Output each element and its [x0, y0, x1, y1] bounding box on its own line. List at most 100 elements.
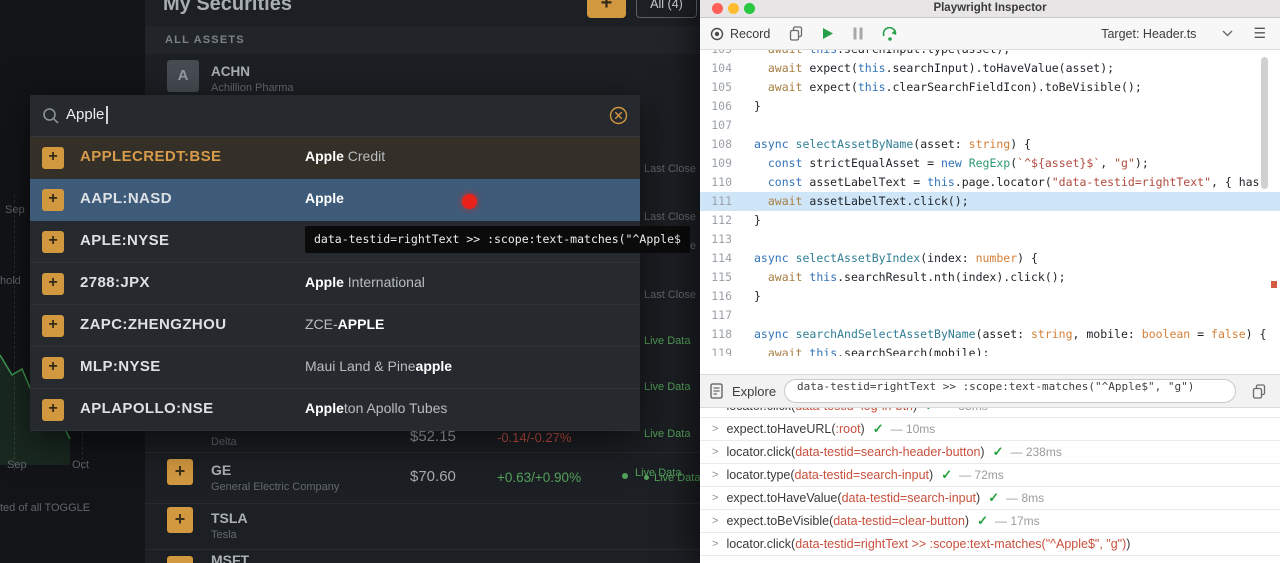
search-result-row[interactable]: + APLAPOLLO:NSE Appleton Apollo Tubes [30, 389, 640, 431]
search-input[interactable]: Apple [30, 95, 640, 137]
result-symbol: AAPL:NASD [80, 190, 172, 207]
code-line-115: 115 await this.searchResult.nth(index).c… [700, 268, 1280, 287]
search-input-value: Apple [66, 106, 105, 123]
target-select[interactable]: Target: Header.ts [1101, 27, 1233, 41]
search-result-row[interactable]: + MLP:NYSE Maui Land & Pineapple [30, 347, 640, 389]
result-name: ZCE-APPLE [305, 316, 385, 332]
avatar: A [167, 60, 199, 92]
code-line-109: 109 const strictEqualAsset = new RegExp(… [700, 154, 1280, 173]
code-line-111: 111 await assetLabelText.click(); [700, 192, 1280, 211]
add-asset-button[interactable]: + [42, 357, 64, 379]
expand-chevron-icon[interactable]: > [712, 469, 718, 481]
line-number: 112 [711, 213, 732, 227]
result-name: Apple [305, 190, 344, 206]
search-overlay: Apple + APPLECREDT:BSE Apple Credit + AAPL:N… [30, 95, 690, 431]
result-name: Maui Land & Pineapple [305, 358, 453, 374]
asset-name: Achillion Pharma [211, 82, 294, 94]
pause-icon[interactable] [853, 27, 863, 40]
code-editor[interactable]: 103 await this.searchInput.type(asset); 1… [700, 50, 1280, 356]
result-symbol: APLE:NYSE [80, 232, 170, 249]
add-to-watchlist-button[interactable]: + [167, 459, 193, 485]
section-label: ALL ASSETS [165, 34, 245, 46]
asset-symbol[interactable]: ACHN [211, 64, 250, 79]
add-asset-button[interactable]: + [42, 273, 64, 295]
expand-chevron-icon[interactable]: > [712, 538, 718, 550]
asset-change: -0.14/-0.27% [497, 430, 572, 445]
code-line-116: 116} [700, 287, 1280, 306]
add-asset-button[interactable]: + [42, 147, 64, 169]
line-number: 110 [711, 175, 732, 189]
line-number: 108 [711, 137, 732, 151]
search-result-row[interactable]: + ZAPC:ZHENGZHOU ZCE-APPLE [30, 305, 640, 347]
copy-icon[interactable] [789, 26, 803, 41]
log-locator: :root [835, 422, 861, 436]
log-entry[interactable]: > locator.type(data-testid=search-input) ✓… [700, 464, 1280, 487]
expand-chevron-icon[interactable]: > [712, 423, 718, 435]
page-title: My Securities [163, 0, 292, 15]
add-asset-button[interactable]: + [42, 315, 64, 337]
asset-name: Delta [211, 436, 237, 448]
explore-locator-input[interactable]: data-testid=rightText >> :scope:text-mat… [784, 379, 1236, 403]
search-icon [43, 108, 59, 124]
asset-symbol[interactable]: MSFT [211, 552, 249, 563]
record-button[interactable]: Record [710, 27, 770, 41]
row-divider [145, 452, 700, 453]
line-number: 119 [711, 346, 732, 356]
code-line-103: 103 await this.searchInput.type(asset); [700, 50, 1280, 59]
log-entry[interactable]: > expect.toBeVisible(data-testid=clear-bu… [700, 510, 1280, 533]
log-entry[interactable]: > locator.click(data-testid=rightText >> … [700, 533, 1280, 556]
search-result-row[interactable]: + APPLECREDT:BSE Apple Credit [30, 137, 640, 179]
code-line-112: 112} [700, 211, 1280, 230]
asset-symbol[interactable]: TSLA [211, 510, 248, 526]
log-entry[interactable]: > expect.toHaveValue(data-testid=search-i… [700, 487, 1280, 510]
all-filter-button[interactable]: All (4) [636, 0, 697, 18]
record-icon [710, 27, 724, 40]
code-line-106: 106} [700, 97, 1280, 116]
log-entry[interactable]: > expect.toHaveURL(:root) ✓ — 10ms [700, 418, 1280, 441]
action-log: >locator.click(data-testid=log-in-btn)✓—… [700, 408, 1280, 563]
expand-chevron-icon[interactable]: > [712, 515, 718, 527]
code-line-114: 114 async selectAssetByIndex(index: numbe… [700, 249, 1280, 268]
log-entry[interactable]: >locator.click(data-testid=log-in-btn)✓—… [700, 408, 1280, 418]
source-menu-icon[interactable]: ☰ [1253, 25, 1266, 42]
search-result-row[interactable]: + AAPL:NASD Apple [30, 179, 640, 221]
add-asset-button[interactable]: + [42, 189, 64, 211]
add-to-watchlist-button[interactable]: + [167, 556, 193, 563]
target-value: Header.ts [1142, 26, 1197, 41]
code-scrollbar[interactable] [1261, 57, 1268, 189]
chevron-down-icon [1222, 30, 1233, 37]
line-number: 113 [711, 232, 732, 246]
asset-symbol[interactable]: GE [211, 462, 231, 478]
copy-locator-icon[interactable] [1252, 383, 1266, 399]
clear-search-icon[interactable] [609, 106, 628, 125]
step-over-icon[interactable] [882, 26, 898, 41]
expand-chevron-icon[interactable]: > [712, 446, 718, 458]
log-locator: data-testid=search-input [794, 468, 930, 482]
line-number: 114 [711, 251, 732, 265]
log-locator: data-testid=log-in-btn [795, 408, 913, 413]
record-label: Record [730, 26, 771, 41]
window-title: Playwright Inspector [933, 2, 1047, 14]
log-entry[interactable]: > locator.click(data-testid=search-header… [700, 441, 1280, 464]
result-name: Appleton Apollo Tubes [305, 400, 448, 416]
add-asset-button[interactable]: + [42, 399, 64, 421]
expand-chevron-icon[interactable]: > [712, 408, 718, 412]
window-titlebar[interactable]: Playwright Inspector [700, 0, 1280, 18]
asset-change: +0.63/+0.90% [497, 470, 582, 485]
add-asset-button[interactable]: + [42, 231, 64, 253]
asset-price: $70.60 [410, 468, 456, 485]
log-duration: — 72ms [959, 468, 1004, 482]
code-line-107: 107 [700, 116, 1280, 135]
log-locator: data-testid=search-input [841, 491, 977, 505]
code-line-119: 119 await this.searchSearch(mobile); [700, 344, 1280, 356]
resume-icon[interactable] [822, 27, 834, 40]
chart-axis-label: Sep [7, 459, 27, 471]
expand-chevron-icon[interactable]: > [712, 492, 718, 504]
success-check-icon: ✓ [941, 467, 953, 482]
add-to-watchlist-button[interactable]: + [167, 507, 193, 533]
asset-name: Tesla [211, 529, 237, 541]
row-status-label: Last Close [644, 163, 696, 175]
search-result-row[interactable]: +2788:JPX Apple International [30, 263, 640, 305]
row-status-label: Live Data [644, 335, 691, 347]
add-security-button[interactable]: + [587, 0, 626, 18]
